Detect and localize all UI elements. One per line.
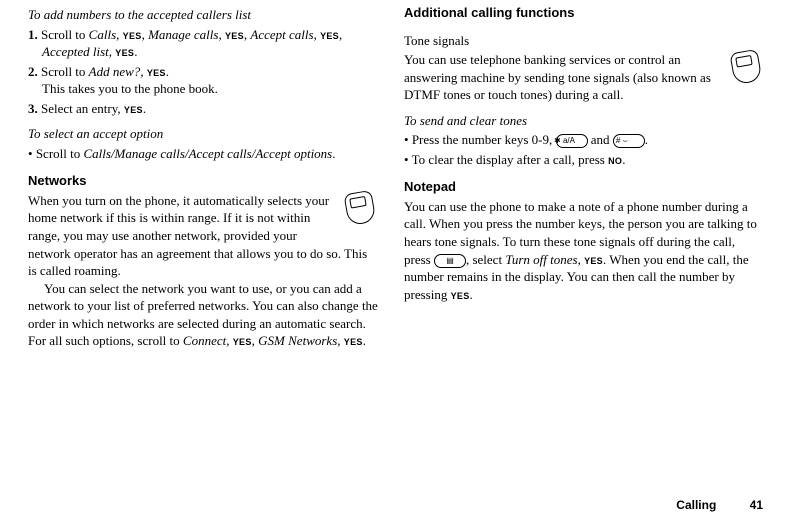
step-3: 3. Select an entry, YES. [28,100,378,118]
left-column: To add numbers to the accepted callers l… [18,4,378,350]
notepad-body: You can use the phone to make a note of … [404,198,764,303]
tone-signals-body: You can use telephone banking services o… [404,51,764,104]
bullet-press-keys: Press the number keys 0-9, ✱ a/A and # ⌣… [404,131,764,149]
footer-page-number: 41 [750,498,763,512]
heading-tone-signals: Tone signals [404,32,764,50]
star-key-icon: ✱ a/A [556,134,588,148]
page-footer: Calling 41 [676,498,763,512]
steps-add-numbers: 1. Scroll to Calls, YES, Manage calls, Y… [28,26,378,118]
heading-send-clear-tones: To send and clear tones [404,112,764,130]
bullet-accept-option: Scroll to Calls/Manage calls/Accept call… [28,145,378,163]
heading-select-accept: To select an accept option [28,125,378,143]
step-2: 2. Scroll to Add new?, YES. This takes y… [28,63,378,98]
menu-key-icon: ▤ [434,254,466,268]
bullets-tones: Press the number keys 0-9, ✱ a/A and # ⌣… [404,131,764,168]
heading-networks: Networks [28,172,378,190]
step-1: 1. Scroll to Calls, YES, Manage calls, Y… [28,26,378,61]
hash-key-icon: # ⌣ [613,134,645,148]
right-column: Additional calling functions Tone signal… [404,4,764,350]
footer-section: Calling [676,498,716,512]
heading-additional-functions: Additional calling functions [404,4,764,22]
phone-icon [346,192,378,228]
bullet-clear-display: To clear the display after a call, press… [404,151,764,169]
phone-icon [732,51,764,87]
heading-notepad: Notepad [404,178,764,196]
networks-body: When you turn on the phone, it automatic… [28,192,378,350]
bullets-select-accept: Scroll to Calls/Manage calls/Accept call… [28,145,378,163]
heading-add-numbers: To add numbers to the accepted callers l… [28,6,378,24]
